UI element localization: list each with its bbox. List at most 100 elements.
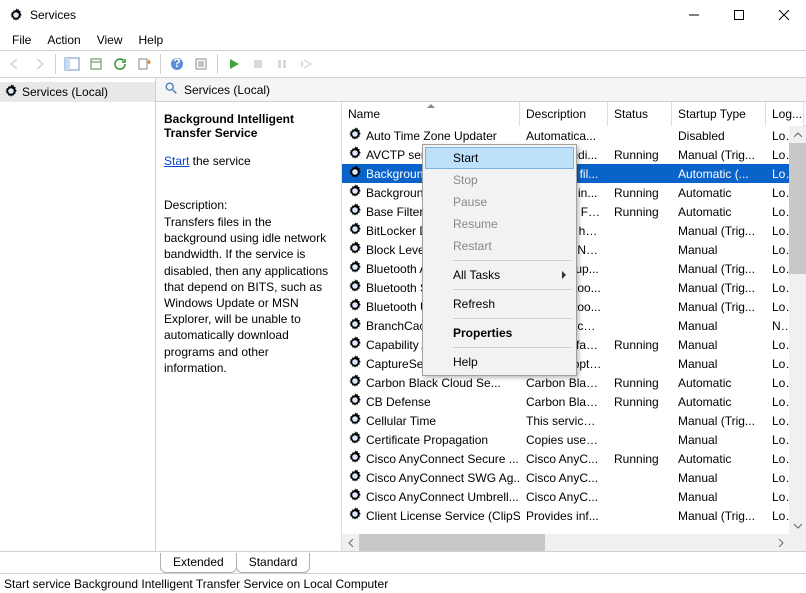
menu-item-refresh[interactable]: Refresh: [425, 293, 574, 315]
service-status: Running: [608, 148, 672, 162]
gear-icon: [348, 146, 362, 163]
menu-item-resume: Resume: [425, 213, 574, 235]
svg-text:?: ?: [173, 57, 180, 70]
scroll-right-icon[interactable]: [772, 534, 789, 551]
tree-node-label: Services (Local): [22, 85, 108, 99]
service-status: Running: [608, 205, 672, 219]
service-startup: Manual (Trig...: [672, 509, 766, 523]
col-status[interactable]: Status: [608, 102, 672, 126]
menu-item-all-tasks[interactable]: All Tasks: [425, 264, 574, 286]
export-button[interactable]: [133, 53, 155, 75]
service-startup: Manual: [672, 338, 766, 352]
service-row[interactable]: Cisco AnyConnect SWG Ag...Cisco AnyC...M…: [342, 468, 806, 487]
service-description: Cisco AnyC...: [520, 471, 608, 485]
service-name: Auto Time Zone Updater: [366, 129, 497, 143]
col-name[interactable]: Name: [342, 102, 520, 126]
service-description: Automatica...: [520, 129, 608, 143]
gear-icon: [348, 412, 362, 429]
col-description[interactable]: Description: [520, 102, 608, 126]
stop-service-button[interactable]: [247, 53, 269, 75]
selected-service-name: Background Intelligent Transfer Service: [164, 112, 333, 140]
service-startup: Disabled: [672, 129, 766, 143]
show-hide-tree-button[interactable]: [61, 53, 83, 75]
menu-item-restart: Restart: [425, 235, 574, 257]
service-startup: Automatic: [672, 395, 766, 409]
service-startup: Manual: [672, 471, 766, 485]
gear-icon: [348, 393, 362, 410]
close-button[interactable]: [761, 0, 806, 30]
gear-icon: [348, 203, 362, 220]
tree-node-services-local[interactable]: Services (Local): [0, 82, 155, 102]
menu-view[interactable]: View: [89, 31, 131, 49]
window-title: Services: [30, 8, 671, 22]
help-button[interactable]: ?: [166, 53, 188, 75]
minimize-button[interactable]: [671, 0, 716, 30]
status-text: Start service Background Intelligent Tra…: [4, 577, 388, 591]
service-startup: Automatic: [672, 186, 766, 200]
service-status: Running: [608, 452, 672, 466]
restart-service-button[interactable]: [295, 53, 317, 75]
service-startup: Automatic: [672, 205, 766, 219]
service-startup: Manual (Trig...: [672, 148, 766, 162]
menu-item-stop: Stop: [425, 169, 574, 191]
gear-icon: [348, 165, 362, 182]
service-startup: Manual: [672, 357, 766, 371]
service-row[interactable]: Cisco AnyConnect Umbrell...Cisco AnyC...…: [342, 487, 806, 506]
tab-extended[interactable]: Extended: [160, 553, 237, 573]
service-name: Certificate Propagation: [366, 433, 488, 447]
service-row[interactable]: Client License Service (ClipS...Provides…: [342, 506, 806, 525]
pause-service-button[interactable]: [271, 53, 293, 75]
menu-separator: [453, 318, 572, 319]
service-startup: Automatic (...: [672, 167, 766, 181]
refresh-button[interactable]: [109, 53, 131, 75]
column-headers: Name Description Status Startup Type Log…: [342, 102, 806, 126]
gear-icon: [348, 298, 362, 315]
menu-item-properties[interactable]: Properties: [425, 322, 574, 344]
properties-button[interactable]: [190, 53, 212, 75]
menubar: File Action View Help: [0, 30, 806, 50]
horizontal-scrollbar[interactable]: [342, 534, 789, 551]
maximize-button[interactable]: [716, 0, 761, 30]
service-row[interactable]: Cisco AnyConnect Secure ...Cisco AnyC...…: [342, 449, 806, 468]
gear-icon: [348, 507, 362, 524]
export-list-button[interactable]: [85, 53, 107, 75]
tab-standard[interactable]: Standard: [236, 553, 311, 573]
service-description: Carbon Blac...: [520, 395, 608, 409]
back-button[interactable]: [4, 53, 26, 75]
service-startup: Manual (Trig...: [672, 224, 766, 238]
start-link[interactable]: Start: [164, 154, 189, 168]
service-row[interactable]: CB DefenseCarbon Blac...RunningAutomatic…: [342, 392, 806, 411]
scroll-thumb[interactable]: [789, 143, 806, 274]
gear-icon: [348, 469, 362, 486]
service-status: Running: [608, 186, 672, 200]
service-row[interactable]: Auto Time Zone Updater Automatica... Disab…: [342, 126, 806, 145]
scroll-down-icon[interactable]: [789, 517, 806, 534]
menu-help[interactable]: Help: [131, 31, 172, 49]
menu-item-start[interactable]: Start: [425, 147, 574, 169]
service-row[interactable]: Cellular TimeThis service ...Manual (Tri…: [342, 411, 806, 430]
forward-button[interactable]: [28, 53, 50, 75]
scroll-left-icon[interactable]: [342, 534, 359, 551]
menu-action[interactable]: Action: [39, 31, 88, 49]
gear-icon: [348, 222, 362, 239]
service-name: Cisco AnyConnect Umbrell...: [366, 490, 519, 504]
context-menu: StartStopPauseResumeRestartAll TasksRefr…: [422, 144, 577, 376]
vertical-scrollbar[interactable]: [789, 126, 806, 534]
gear-icon: [348, 127, 362, 144]
service-startup: Automatic: [672, 376, 766, 390]
service-startup: Manual (Trig...: [672, 281, 766, 295]
service-name: Cellular Time: [366, 414, 436, 428]
content-header-label: Services (Local): [184, 83, 270, 97]
menu-file[interactable]: File: [4, 31, 39, 49]
scroll-up-icon[interactable]: [789, 126, 806, 143]
scroll-thumb[interactable]: [359, 534, 545, 551]
col-startup[interactable]: Startup Type: [672, 102, 766, 126]
col-logon[interactable]: Log...: [766, 102, 804, 126]
service-row[interactable]: Certificate PropagationCopies user ...Ma…: [342, 430, 806, 449]
toolbar: ?: [0, 50, 806, 78]
start-service-button[interactable]: [223, 53, 245, 75]
gear-icon: [348, 260, 362, 277]
menu-item-help[interactable]: Help: [425, 351, 574, 373]
action-suffix: the service: [189, 154, 250, 168]
service-startup: Manual: [672, 490, 766, 504]
